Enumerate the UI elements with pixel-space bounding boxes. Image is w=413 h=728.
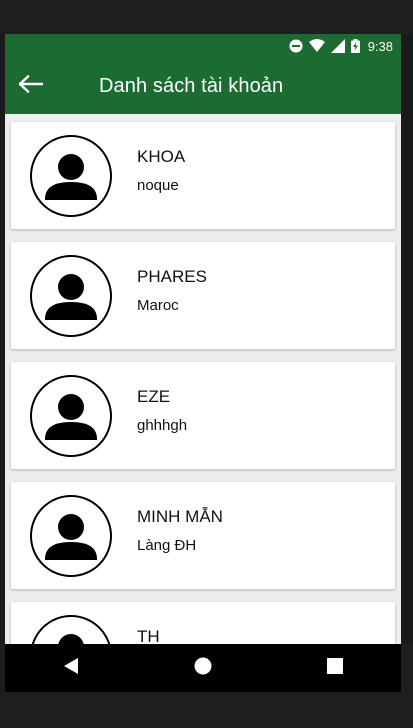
- avatar-person-icon: [30, 135, 112, 217]
- account-card[interactable]: KHOA noque: [11, 122, 395, 229]
- account-name: KHOA: [137, 147, 186, 166]
- signal-icon: [330, 39, 345, 53]
- app-bar: Danh sách tài khoản: [5, 58, 401, 114]
- recents-square-icon: [327, 657, 343, 679]
- account-subtitle: noque: [137, 177, 179, 194]
- screen: 9:38 Danh sách tài khoản KHOA noque PHAR…: [5, 34, 401, 644]
- account-name: MINH MẪN: [137, 507, 223, 526]
- do-not-disturb-icon: [289, 39, 303, 53]
- account-subtitle: Maroc: [137, 297, 179, 314]
- account-name: PHARES: [137, 267, 207, 286]
- arrow-back-icon: [18, 74, 44, 98]
- device-top-bezel: [0, 0, 413, 34]
- avatar-person-icon: [30, 255, 112, 337]
- account-card[interactable]: MINH MẪN Làng ĐH: [11, 482, 395, 589]
- account-name: EZE: [137, 387, 171, 406]
- device-bottom-bezel: [0, 692, 413, 728]
- nav-back-button[interactable]: [41, 644, 101, 692]
- wifi-icon: [308, 39, 325, 53]
- back-triangle-icon: [63, 657, 79, 680]
- battery-charging-icon: [350, 39, 360, 53]
- account-card[interactable]: TH: [11, 602, 395, 644]
- page-title: Danh sách tài khoản: [99, 74, 284, 97]
- nav-recents-button[interactable]: [305, 644, 365, 692]
- account-name: TH: [137, 627, 160, 644]
- home-circle-icon: [194, 657, 212, 680]
- account-subtitle: ghhhgh: [137, 417, 188, 434]
- device-frame: 9:38 Danh sách tài khoản KHOA noque PHAR…: [0, 0, 413, 728]
- account-card[interactable]: PHARES Maroc: [11, 242, 395, 349]
- account-list[interactable]: KHOA noque PHARES Maroc EZE ghhhgh MINH …: [5, 114, 401, 644]
- avatar-person-icon: [30, 615, 112, 644]
- nav-home-button[interactable]: [173, 644, 233, 692]
- account-subtitle: Làng ĐH: [137, 537, 197, 554]
- avatar-person-icon: [30, 375, 112, 457]
- device-right-bezel: [401, 34, 413, 644]
- status-bar: 9:38: [5, 34, 401, 58]
- avatar-person-icon: [30, 495, 112, 577]
- status-time: 9:38: [367, 38, 393, 54]
- back-button[interactable]: [7, 58, 55, 114]
- system-nav-bar: [5, 644, 401, 692]
- account-card[interactable]: EZE ghhhgh: [11, 362, 395, 469]
